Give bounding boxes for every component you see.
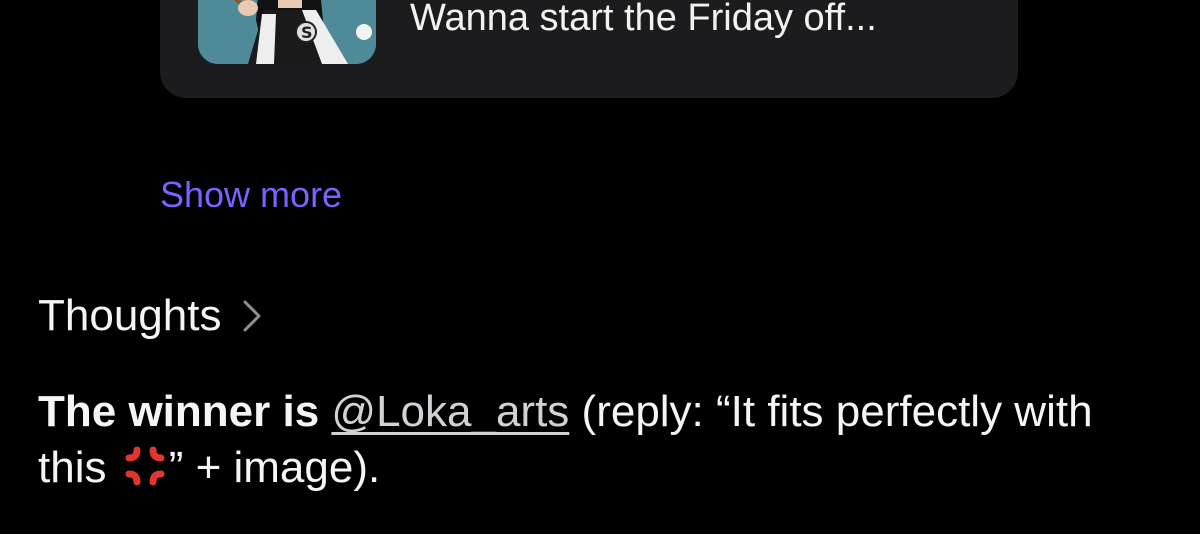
section-title: Thoughts <box>38 291 222 340</box>
thoughts-section-link[interactable]: Thoughts <box>38 290 263 342</box>
chevron-right-icon <box>243 300 261 332</box>
post-thumbnail-image: S <box>198 0 376 64</box>
user-mention-link[interactable]: @Loka_arts <box>331 387 569 436</box>
quoted-post-preview-text: Wanna start the Friday off... <box>410 0 877 39</box>
post-text-part-2: ” + image). <box>168 443 381 492</box>
svg-text:S: S <box>301 23 313 42</box>
anger-symbol-emoji-icon <box>125 446 165 486</box>
post-text: The winner is @Loka_arts (reply: “It fit… <box>38 384 1168 496</box>
post-bold-text: The winner is <box>38 387 320 436</box>
quoted-post-card[interactable]: S Wanna start the Friday off... <box>160 0 1018 98</box>
show-more-link[interactable]: Show more <box>160 174 342 216</box>
